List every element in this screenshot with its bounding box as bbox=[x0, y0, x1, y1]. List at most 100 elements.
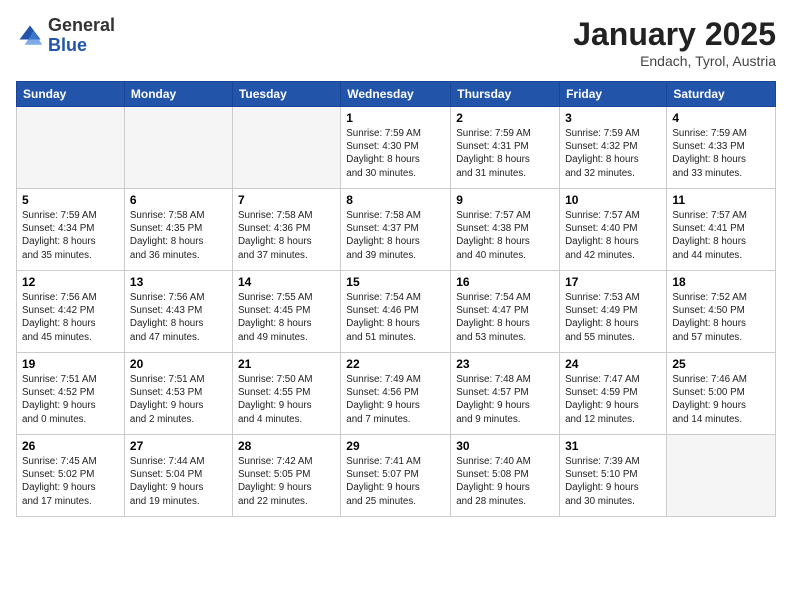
calendar-cell: 17Sunrise: 7:53 AM Sunset: 4:49 PM Dayli… bbox=[560, 271, 667, 353]
day-number: 26 bbox=[22, 439, 119, 453]
calendar-cell: 12 Sunrise: 7:56 AM Sunset: 4:42 PM Dayli… bbox=[17, 271, 125, 353]
calendar-cell: 9 Sunrise: 7:57 AM Sunset: 4:38 PM Daylig… bbox=[451, 189, 560, 271]
calendar-cell: 4 Sunrise: 7:59 AM Sunset: 4:33 PM Daylig… bbox=[667, 107, 776, 189]
calendar-cell: 5 Sunrise: 7:59 AM Sunset: 4:34 PM Daylig… bbox=[17, 189, 125, 271]
day-info: Sunrise: 7:54 AM Sunset: 4:47 PM Dayligh… bbox=[456, 291, 554, 344]
day-number: 6 bbox=[130, 193, 227, 207]
calendar-cell: 21 Sunrise: 7:50 AM Sunset: 4:55 PM Dayli… bbox=[232, 353, 340, 435]
calendar-cell: 8Sunrise: 7:58 AM Sunset: 4:37 PM Daylig… bbox=[341, 189, 451, 271]
calendar-cell: 6 Sunrise: 7:58 AM Sunset: 4:35 PM Daylig… bbox=[124, 189, 232, 271]
day-info: Sunrise: 7:40 AM Sunset: 5:08 PM Dayligh… bbox=[456, 455, 554, 508]
title-block: January 2025 Endach, Tyrol, Austria bbox=[573, 16, 776, 69]
weekday-header-tuesday: Tuesday bbox=[232, 82, 340, 107]
weekday-header-friday: Friday bbox=[560, 82, 667, 107]
day-info: Sunrise: 7:52 AM Sunset: 4:50 PM Dayligh… bbox=[672, 291, 770, 344]
calendar-cell: 20Sunrise: 7:51 AM Sunset: 4:53 PM Dayli… bbox=[124, 353, 232, 435]
calendar-cell: 2 Sunrise: 7:59 AM Sunset: 4:31 PM Daylig… bbox=[451, 107, 560, 189]
day-info: Sunrise: 7:47 AM Sunset: 4:59 PM Dayligh… bbox=[565, 373, 661, 426]
weekday-header-saturday: Saturday bbox=[667, 82, 776, 107]
day-info: Sunrise: 7:39 AM Sunset: 5:10 PM Dayligh… bbox=[565, 455, 661, 508]
calendar-cell: 22 Sunrise: 7:49 AM Sunset: 4:56 PM Dayli… bbox=[341, 353, 451, 435]
logo-blue-text: Blue bbox=[48, 35, 87, 55]
day-info: Sunrise: 7:49 AM Sunset: 4:56 PM Dayligh… bbox=[346, 373, 445, 426]
day-number: 24 bbox=[565, 357, 661, 371]
calendar-week-row: 26 Sunrise: 7:45 AM Sunset: 5:02 PM Dayli… bbox=[17, 435, 776, 517]
calendar-cell bbox=[17, 107, 125, 189]
day-number: 19 bbox=[22, 357, 119, 371]
day-number: 9 bbox=[456, 193, 554, 207]
day-number: 27 bbox=[130, 439, 227, 453]
calendar-cell: 31Sunrise: 7:39 AM Sunset: 5:10 PM Dayli… bbox=[560, 435, 667, 517]
day-number: 12 bbox=[22, 275, 119, 289]
calendar-cell: 1Sunrise: 7:59 AM Sunset: 4:30 PM Daylig… bbox=[341, 107, 451, 189]
day-number: 15 bbox=[346, 275, 445, 289]
day-info: Sunrise: 7:59 AM Sunset: 4:34 PM Dayligh… bbox=[22, 209, 119, 262]
calendar-cell: 7 Sunrise: 7:58 AM Sunset: 4:36 PM Daylig… bbox=[232, 189, 340, 271]
day-info: Sunrise: 7:59 AM Sunset: 4:33 PM Dayligh… bbox=[672, 127, 770, 180]
calendar-cell: 23Sunrise: 7:48 AM Sunset: 4:57 PM Dayli… bbox=[451, 353, 560, 435]
day-info: Sunrise: 7:46 AM Sunset: 5:00 PM Dayligh… bbox=[672, 373, 770, 426]
calendar-cell: 18 Sunrise: 7:52 AM Sunset: 4:50 PM Dayli… bbox=[667, 271, 776, 353]
day-number: 29 bbox=[346, 439, 445, 453]
calendar-week-row: 19 Sunrise: 7:51 AM Sunset: 4:52 PM Dayli… bbox=[17, 353, 776, 435]
day-number: 2 bbox=[456, 111, 554, 125]
day-number: 14 bbox=[238, 275, 335, 289]
calendar-cell: 19 Sunrise: 7:51 AM Sunset: 4:52 PM Dayli… bbox=[17, 353, 125, 435]
day-info: Sunrise: 7:58 AM Sunset: 4:35 PM Dayligh… bbox=[130, 209, 227, 262]
location: Endach, Tyrol, Austria bbox=[573, 53, 776, 69]
day-info: Sunrise: 7:57 AM Sunset: 4:38 PM Dayligh… bbox=[456, 209, 554, 262]
weekday-header-monday: Monday bbox=[124, 82, 232, 107]
calendar-cell bbox=[667, 435, 776, 517]
weekday-header-row: SundayMondayTuesdayWednesdayThursdayFrid… bbox=[17, 82, 776, 107]
day-info: Sunrise: 7:41 AM Sunset: 5:07 PM Dayligh… bbox=[346, 455, 445, 508]
day-info: Sunrise: 7:59 AM Sunset: 4:31 PM Dayligh… bbox=[456, 127, 554, 180]
calendar-cell: 25 Sunrise: 7:46 AM Sunset: 5:00 PM Dayli… bbox=[667, 353, 776, 435]
calendar-cell: 14 Sunrise: 7:55 AM Sunset: 4:45 PM Dayli… bbox=[232, 271, 340, 353]
day-number: 28 bbox=[238, 439, 335, 453]
day-info: Sunrise: 7:57 AM Sunset: 4:41 PM Dayligh… bbox=[672, 209, 770, 262]
calendar-table: SundayMondayTuesdayWednesdayThursdayFrid… bbox=[16, 81, 776, 517]
calendar-cell: 30 Sunrise: 7:40 AM Sunset: 5:08 PM Dayli… bbox=[451, 435, 560, 517]
calendar-cell bbox=[232, 107, 340, 189]
month-title: January 2025 bbox=[573, 16, 776, 53]
page-header: General Blue January 2025 Endach, Tyrol,… bbox=[16, 16, 776, 69]
day-info: Sunrise: 7:59 AM Sunset: 4:32 PM Dayligh… bbox=[565, 127, 661, 180]
day-number: 13 bbox=[130, 275, 227, 289]
day-number: 3 bbox=[565, 111, 661, 125]
day-number: 5 bbox=[22, 193, 119, 207]
calendar-cell: 27Sunrise: 7:44 AM Sunset: 5:04 PM Dayli… bbox=[124, 435, 232, 517]
logo-general-text: General bbox=[48, 15, 115, 35]
day-number: 18 bbox=[672, 275, 770, 289]
calendar-cell: 29 Sunrise: 7:41 AM Sunset: 5:07 PM Dayli… bbox=[341, 435, 451, 517]
day-number: 22 bbox=[346, 357, 445, 371]
day-info: Sunrise: 7:55 AM Sunset: 4:45 PM Dayligh… bbox=[238, 291, 335, 344]
day-number: 7 bbox=[238, 193, 335, 207]
day-info: Sunrise: 7:48 AM Sunset: 4:57 PM Dayligh… bbox=[456, 373, 554, 426]
day-number: 21 bbox=[238, 357, 335, 371]
logo-icon bbox=[16, 22, 44, 50]
weekday-header-wednesday: Wednesday bbox=[341, 82, 451, 107]
day-number: 4 bbox=[672, 111, 770, 125]
calendar-cell: 24 Sunrise: 7:47 AM Sunset: 4:59 PM Dayli… bbox=[560, 353, 667, 435]
day-info: Sunrise: 7:51 AM Sunset: 4:53 PM Dayligh… bbox=[130, 373, 227, 426]
day-info: Sunrise: 7:45 AM Sunset: 5:02 PM Dayligh… bbox=[22, 455, 119, 508]
day-number: 25 bbox=[672, 357, 770, 371]
calendar-cell: 10Sunrise: 7:57 AM Sunset: 4:40 PM Dayli… bbox=[560, 189, 667, 271]
weekday-header-sunday: Sunday bbox=[17, 82, 125, 107]
day-number: 1 bbox=[346, 111, 445, 125]
day-info: Sunrise: 7:51 AM Sunset: 4:52 PM Dayligh… bbox=[22, 373, 119, 426]
day-info: Sunrise: 7:58 AM Sunset: 4:36 PM Dayligh… bbox=[238, 209, 335, 262]
calendar-week-row: 1Sunrise: 7:59 AM Sunset: 4:30 PM Daylig… bbox=[17, 107, 776, 189]
calendar-week-row: 12 Sunrise: 7:56 AM Sunset: 4:42 PM Dayli… bbox=[17, 271, 776, 353]
day-number: 17 bbox=[565, 275, 661, 289]
day-info: Sunrise: 7:56 AM Sunset: 4:42 PM Dayligh… bbox=[22, 291, 119, 344]
calendar-cell: 13Sunrise: 7:56 AM Sunset: 4:43 PM Dayli… bbox=[124, 271, 232, 353]
calendar-cell: 16 Sunrise: 7:54 AM Sunset: 4:47 PM Dayli… bbox=[451, 271, 560, 353]
day-number: 30 bbox=[456, 439, 554, 453]
day-number: 16 bbox=[456, 275, 554, 289]
day-number: 8 bbox=[346, 193, 445, 207]
day-number: 11 bbox=[672, 193, 770, 207]
day-info: Sunrise: 7:54 AM Sunset: 4:46 PM Dayligh… bbox=[346, 291, 445, 344]
day-info: Sunrise: 7:50 AM Sunset: 4:55 PM Dayligh… bbox=[238, 373, 335, 426]
calendar-cell: 15 Sunrise: 7:54 AM Sunset: 4:46 PM Dayli… bbox=[341, 271, 451, 353]
